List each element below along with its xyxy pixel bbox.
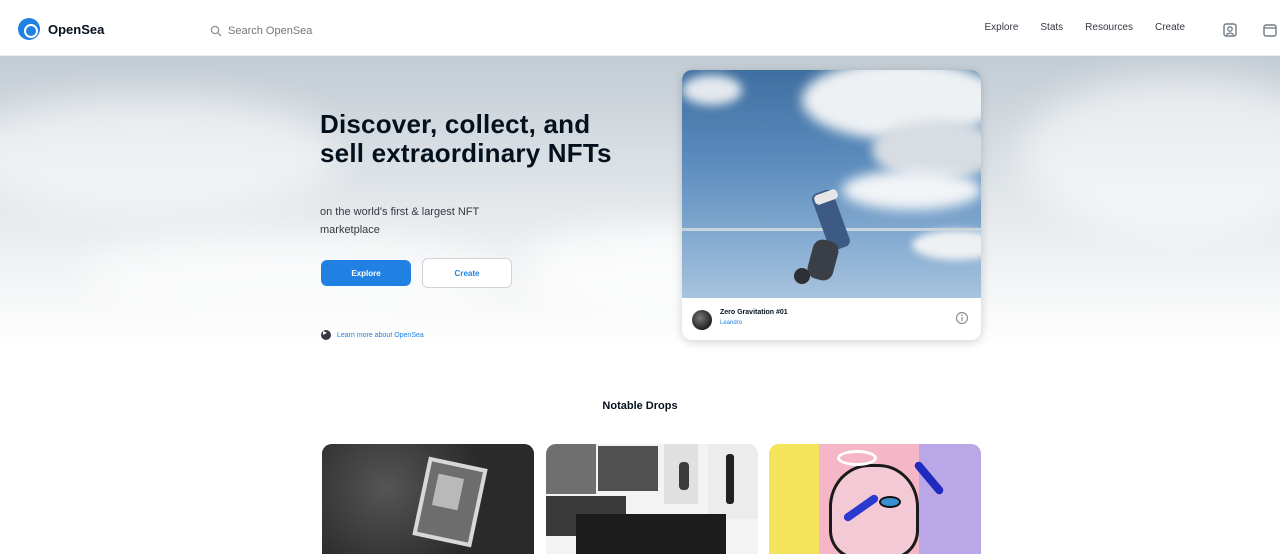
nav-explore[interactable]: Explore bbox=[984, 22, 1018, 33]
opensea-logo[interactable]: OpenSea bbox=[18, 18, 104, 40]
search-input[interactable] bbox=[228, 25, 528, 37]
notable-drop-card-1[interactable] bbox=[322, 444, 534, 554]
hero-title: Discover, collect, and sell extraordinar… bbox=[320, 109, 612, 168]
hero-background-cloud bbox=[1020, 76, 1280, 236]
featured-nft-image bbox=[682, 70, 981, 298]
hero-subtitle: on the world's first & largest NFT marke… bbox=[320, 206, 480, 236]
drop-2-photo bbox=[598, 446, 658, 491]
creator-avatar[interactable] bbox=[692, 310, 712, 330]
art-figure-head bbox=[794, 268, 810, 284]
learn-more-text: Learn more about OpenSea bbox=[337, 331, 424, 339]
drop-2-photo bbox=[546, 444, 596, 494]
art-figure-body bbox=[805, 237, 841, 283]
drop-3-halo bbox=[837, 450, 877, 466]
art-cloud bbox=[682, 75, 742, 105]
wallet-icon[interactable] bbox=[1262, 22, 1278, 38]
search-icon bbox=[210, 25, 222, 37]
drop-2-photo bbox=[576, 514, 726, 554]
nft-name: Zero Gravitation #01 bbox=[720, 309, 788, 316]
art-cloud bbox=[912, 230, 981, 260]
top-navigation-bar: OpenSea Explore Stats Resources Create bbox=[0, 0, 1280, 56]
notable-drop-card-2[interactable] bbox=[546, 444, 758, 554]
drop-3-face bbox=[829, 464, 919, 554]
drop-3-bg bbox=[919, 444, 981, 554]
drop-2-figure bbox=[679, 462, 689, 490]
explore-button[interactable]: Explore bbox=[321, 260, 411, 286]
nav-stats[interactable]: Stats bbox=[1040, 22, 1063, 33]
featured-nft-card[interactable]: Zero Gravitation #01 Leandro bbox=[682, 70, 981, 340]
drop-3-bg bbox=[769, 444, 819, 554]
drop-2-figure bbox=[726, 454, 734, 504]
hero-section bbox=[0, 56, 1280, 346]
nav-resources[interactable]: Resources bbox=[1085, 22, 1133, 33]
create-button[interactable]: Create bbox=[422, 258, 512, 288]
notable-drops-title: Notable Drops bbox=[602, 400, 678, 412]
logo-text: OpenSea bbox=[48, 21, 105, 37]
featured-card-footer: Zero Gravitation #01 Leandro bbox=[682, 298, 981, 340]
profile-icon[interactable] bbox=[1222, 22, 1238, 38]
creator-name[interactable]: Leandro bbox=[720, 320, 742, 326]
nav-create[interactable]: Create bbox=[1155, 22, 1185, 33]
art-cloud bbox=[842, 170, 981, 210]
opensea-logo-icon bbox=[18, 18, 40, 40]
hero-background-cloud bbox=[0, 96, 340, 216]
search-bar[interactable] bbox=[200, 16, 840, 46]
drop-3-eye bbox=[879, 496, 901, 508]
main-nav: Explore Stats Resources Create bbox=[984, 22, 1185, 33]
notable-drop-card-3[interactable] bbox=[769, 444, 981, 554]
play-icon bbox=[321, 328, 331, 340]
info-icon[interactable] bbox=[955, 311, 969, 325]
learn-more-link[interactable]: Learn more about OpenSea bbox=[321, 328, 424, 340]
